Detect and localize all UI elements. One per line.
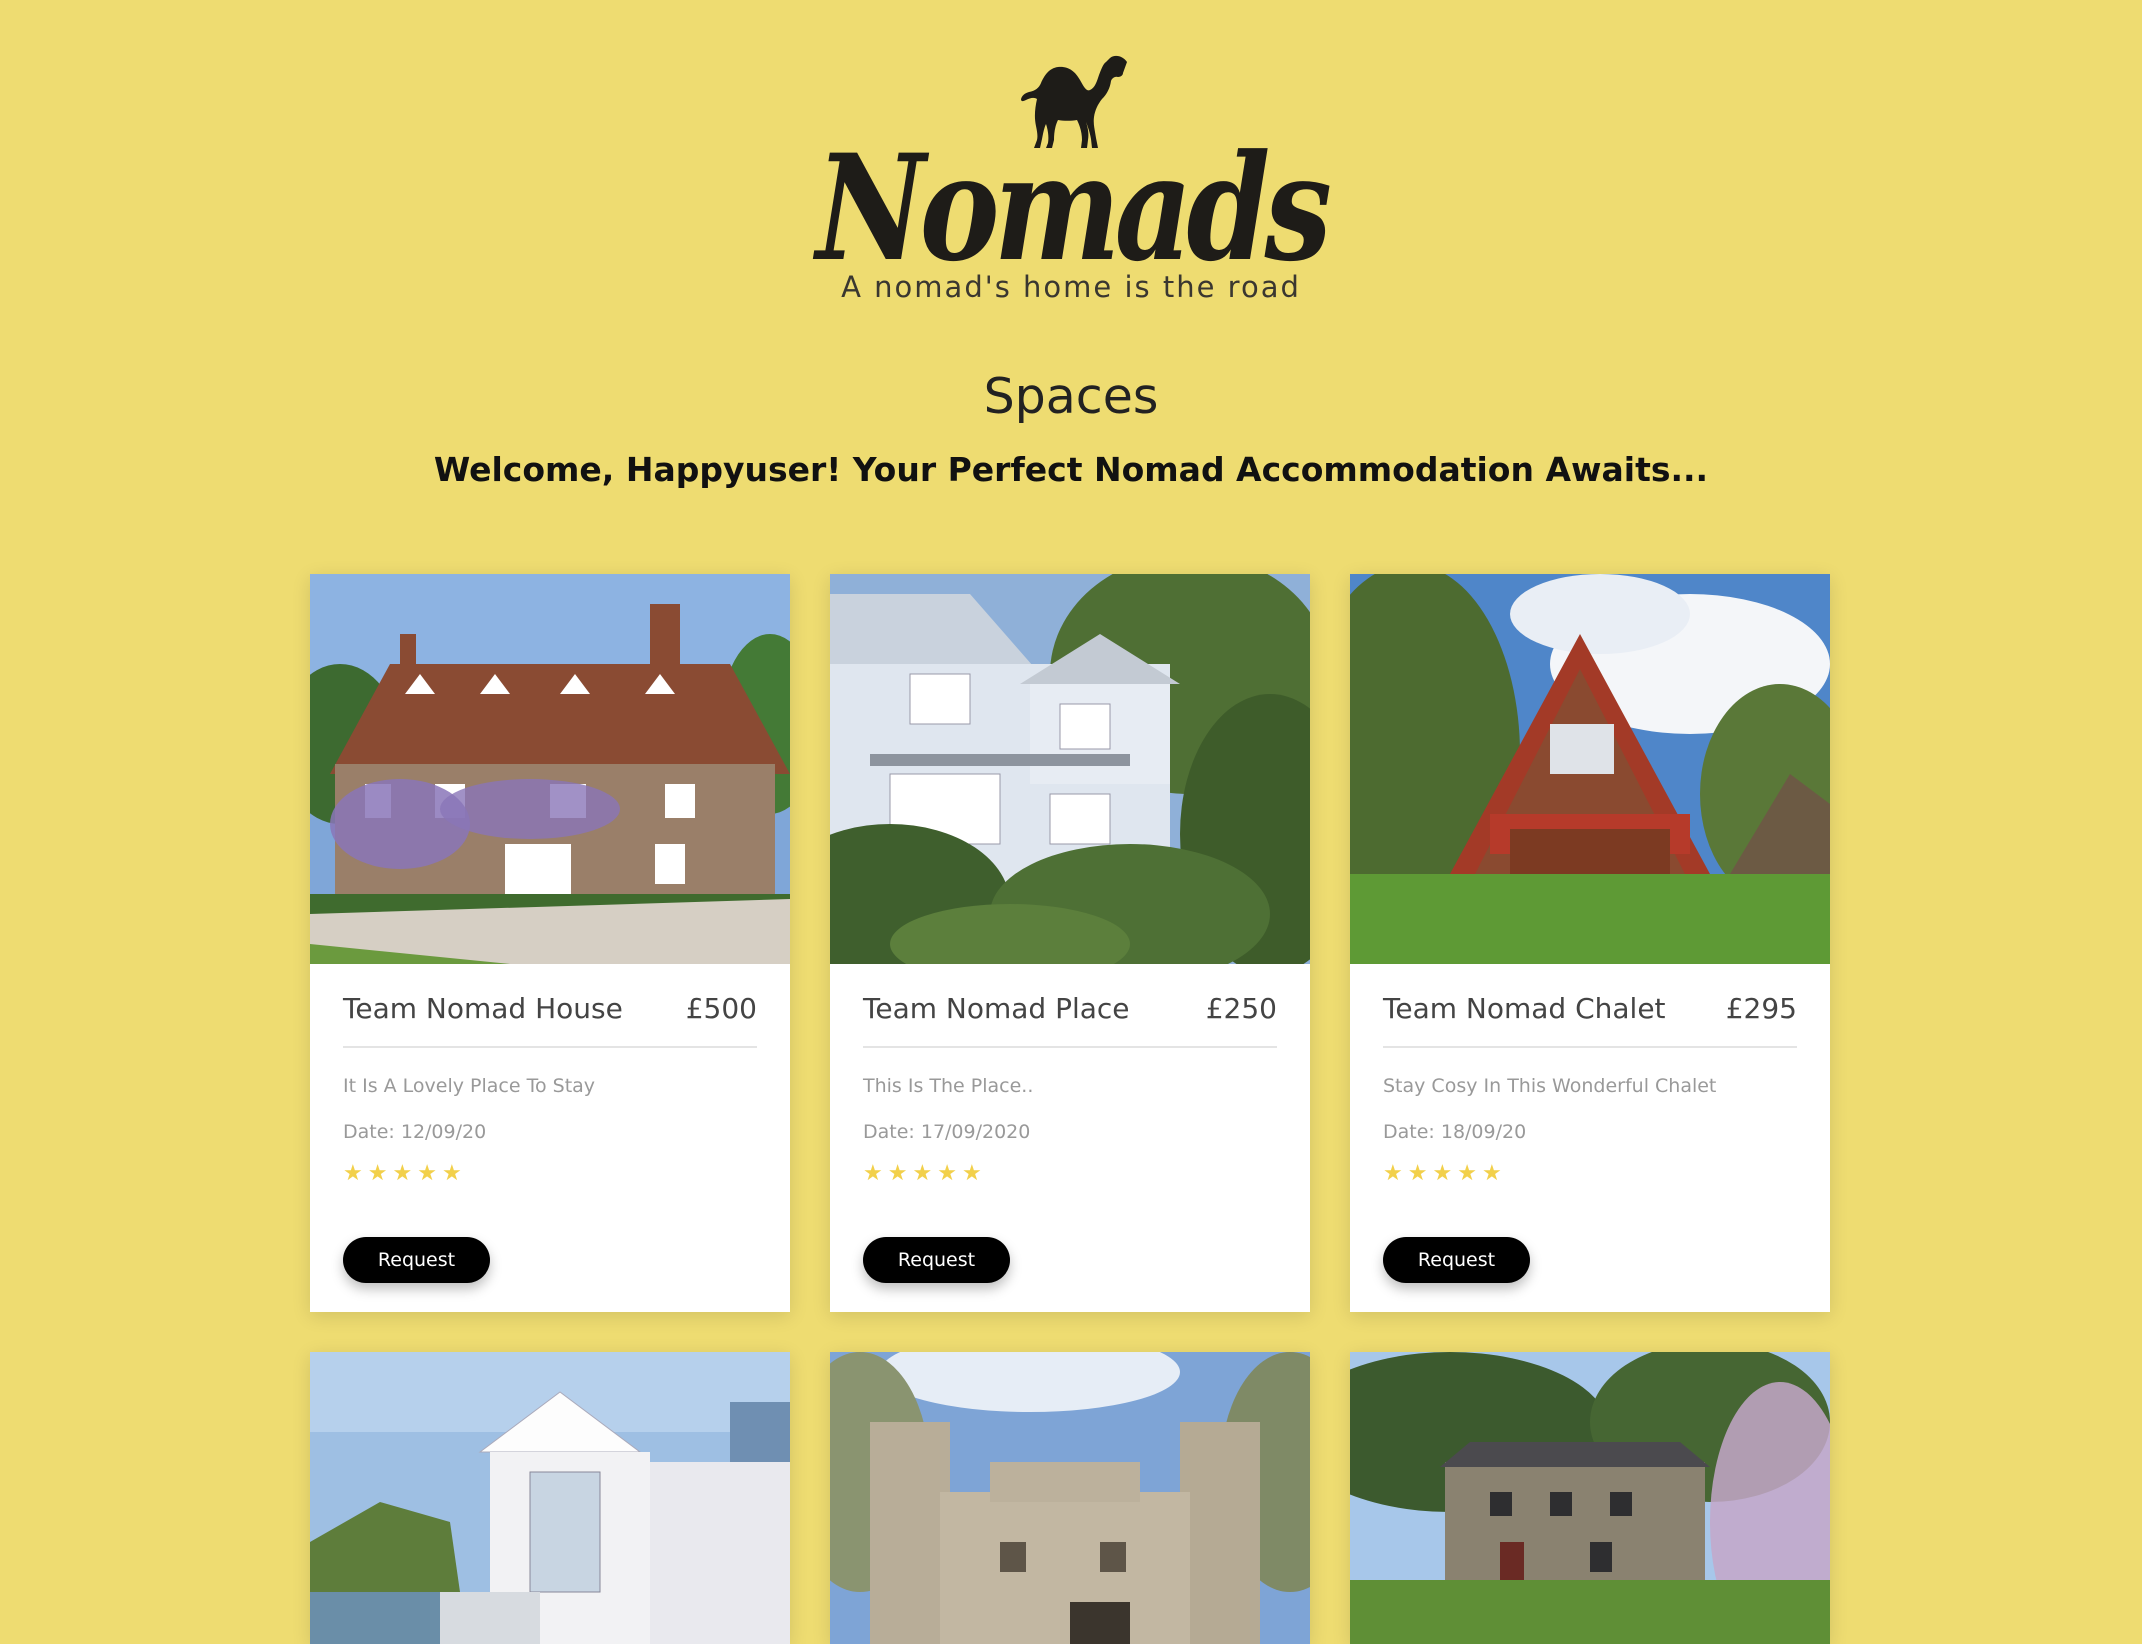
space-photo <box>1350 574 1830 964</box>
space-title-row: Team Nomad Place £250 <box>863 992 1277 1042</box>
space-price: £250 <box>1205 992 1277 1025</box>
star-icon: ★ <box>392 1161 413 1186</box>
page-title: Spaces <box>983 368 1159 425</box>
logo: Nomads A nomad's home is the road <box>0 48 2142 304</box>
space-description: It Is A Lovely Place To Stay <box>343 1075 596 1097</box>
space-card <box>310 1352 790 1644</box>
star-icon: ★ <box>1481 1161 1502 1186</box>
request-button[interactable]: Request <box>863 1237 1010 1283</box>
space-price: £500 <box>685 992 757 1025</box>
welcome-message: Welcome, Happyuser! Your Perfect Nomad A… <box>433 450 1709 489</box>
space-photo <box>310 1352 790 1644</box>
request-button[interactable]: Request <box>1383 1237 1530 1283</box>
space-title-row: Team Nomad House £500 <box>343 992 757 1042</box>
star-icon: ★ <box>1457 1161 1477 1186</box>
space-name: Team Nomad House <box>343 992 623 1025</box>
space-date: Date: 18/09/20 <box>1383 1121 1527 1143</box>
brand-name: Nomads <box>815 123 1332 294</box>
star-icon: ★ <box>961 1161 982 1186</box>
star-rating: ★ ★ ★ ★ ★ <box>343 1161 467 1187</box>
star-icon: ★ <box>887 1161 908 1186</box>
space-date: Date: 17/09/2020 <box>863 1121 1031 1143</box>
space-name: Team Nomad Chalet <box>1383 992 1666 1025</box>
space-title-row: Team Nomad Chalet £295 <box>1383 992 1797 1042</box>
space-description: Stay Cosy In This Wonderful Chalet <box>1383 1075 1717 1097</box>
star-icon: ★ <box>1432 1161 1453 1186</box>
space-photo <box>830 1352 1310 1644</box>
space-date: Date: 12/09/20 <box>343 1121 487 1143</box>
star-icon: ★ <box>343 1161 363 1186</box>
star-rating: ★ ★ ★ ★ ★ <box>863 1161 987 1187</box>
divider <box>1383 1046 1797 1048</box>
star-icon: ★ <box>1407 1161 1428 1186</box>
star-rating: ★ ★ ★ ★ ★ <box>1383 1161 1507 1187</box>
space-card: Team Nomad House £500 It Is A Lovely Pla… <box>310 574 790 1312</box>
space-photo <box>310 574 790 964</box>
star-icon: ★ <box>912 1161 933 1186</box>
request-button[interactable]: Request <box>343 1237 490 1283</box>
star-icon: ★ <box>367 1161 388 1186</box>
star-icon: ★ <box>441 1161 462 1186</box>
space-card <box>1350 1352 1830 1644</box>
space-card <box>830 1352 1310 1644</box>
space-name: Team Nomad Place <box>863 992 1130 1025</box>
space-photo <box>1350 1352 1830 1644</box>
space-price: £295 <box>1725 992 1797 1025</box>
space-description: This Is The Place.. <box>863 1075 1034 1097</box>
star-icon: ★ <box>863 1161 883 1186</box>
star-icon: ★ <box>937 1161 957 1186</box>
divider <box>863 1046 1277 1048</box>
star-icon: ★ <box>417 1161 437 1186</box>
star-icon: ★ <box>1383 1161 1403 1186</box>
space-photo <box>830 574 1310 964</box>
space-card: Team Nomad Place £250 This Is The Place.… <box>830 574 1310 1312</box>
space-card: Team Nomad Chalet £295 Stay Cosy In This… <box>1350 574 1830 1312</box>
divider <box>343 1046 757 1048</box>
